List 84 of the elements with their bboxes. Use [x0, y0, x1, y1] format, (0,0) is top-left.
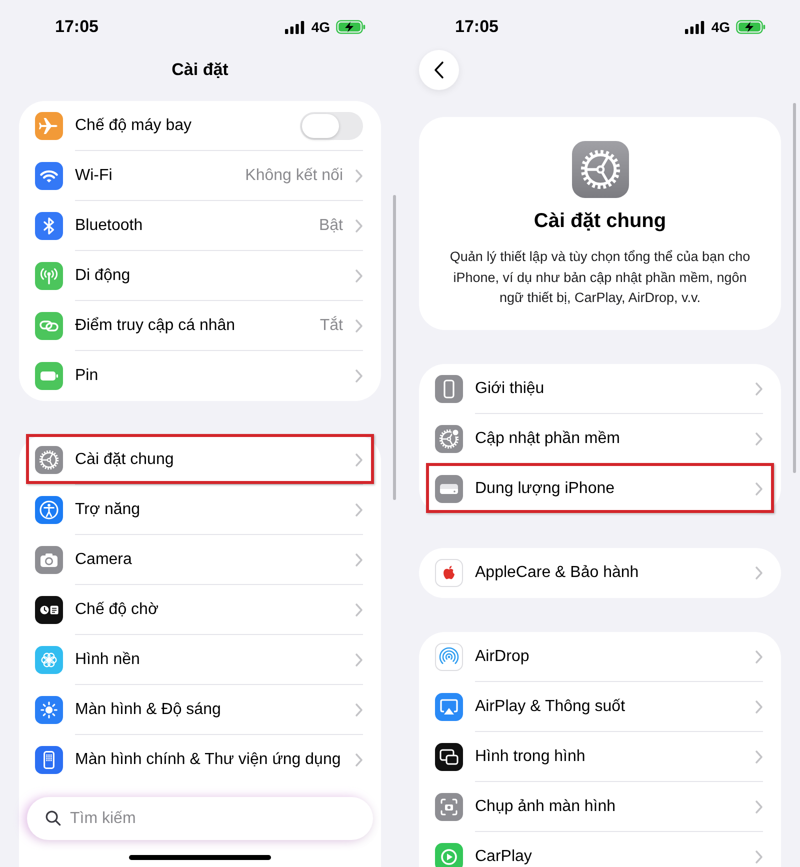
camera-icon [35, 546, 63, 574]
setting-label[interactable]: Cài đặt chung [75, 448, 174, 472]
setting-value: Tắt [320, 315, 343, 336]
toggle-switch[interactable] [300, 112, 363, 140]
chevron-right-icon [355, 552, 363, 566]
chevron-right-icon [355, 502, 363, 516]
network-type: 4G [311, 18, 330, 36]
chevron-right-icon [755, 800, 763, 814]
setting-label[interactable]: Chụp ảnh màn hình [475, 794, 616, 818]
page-description: Quản lý thiết lập và tùy chọn tổng thể của bạn cho iPhone, ví dụ như bản cập nhật phần mềm, ngôn ngữ thiết bị, CarPlay, AirDrop, v.v. [448, 248, 752, 307]
setting-label[interactable]: AirDrop [475, 644, 530, 668]
setting-label[interactable]: CarPlay [475, 845, 532, 867]
chevron-right-icon [355, 168, 363, 182]
clock-widget-icon [35, 596, 63, 624]
battery-icon [35, 362, 63, 390]
setting-label[interactable]: Dung lượng iPhone [475, 477, 615, 501]
setting-label[interactable]: Camera [75, 548, 132, 572]
setting-label[interactable]: Di động [75, 264, 130, 288]
setting-label[interactable]: Điểm truy cập cá nhân [75, 314, 236, 338]
flower-icon [35, 646, 63, 674]
chevron-right-icon [755, 700, 763, 714]
signal-bars-icon [685, 20, 706, 34]
gear-badge-icon [435, 425, 463, 453]
setting-label[interactable]: Giới thiệu [475, 376, 544, 400]
setting-value: Bật [318, 216, 343, 236]
accessibility-icon [35, 496, 63, 524]
page-title: Cài đặt chung [534, 209, 666, 234]
search-icon [45, 810, 61, 826]
chevron-right-icon [755, 750, 763, 764]
status-time: 17:05 [55, 16, 98, 38]
setting-label[interactable]: Cập nhật phần mềm [475, 426, 620, 450]
gear-icon [35, 446, 63, 474]
apple-icon [435, 559, 463, 587]
battery-charging-icon [736, 20, 766, 34]
camera-frame-icon [435, 793, 463, 821]
signal-rings-icon [435, 643, 463, 671]
setting-label[interactable]: Hình trong hình [475, 744, 586, 768]
chevron-right-icon [355, 602, 363, 616]
chevron-right-icon [355, 318, 363, 332]
screen-cast-icon [435, 693, 463, 721]
chevron-right-icon [755, 482, 763, 496]
overlapping-windows-icon [435, 743, 463, 771]
search-field[interactable]: Tìm kiếm [27, 797, 373, 840]
chevron-right-icon [355, 218, 363, 232]
setting-label[interactable]: Chế độ chờ [75, 598, 158, 622]
phone-icon [435, 375, 463, 403]
chevron-right-icon [355, 702, 363, 716]
sun-icon [35, 696, 63, 724]
setting-label[interactable]: Bluetooth [75, 214, 143, 238]
signal-bars-icon [285, 20, 306, 34]
setting-label[interactable]: Trợ năng [75, 498, 140, 522]
chevron-right-icon [355, 268, 363, 282]
chevron-right-icon [755, 650, 763, 664]
chevron-right-icon [755, 382, 763, 396]
network-type: 4G [711, 18, 730, 36]
setting-label[interactable]: AirPlay & Thông suốt [475, 694, 626, 718]
bluetooth-icon [35, 212, 63, 240]
wifi-icon [35, 162, 63, 190]
chevron-right-icon [755, 566, 763, 580]
airplane-icon [35, 112, 63, 140]
setting-label[interactable]: Pin [75, 364, 98, 388]
chevron-right-icon [355, 369, 363, 383]
antenna-icon [35, 262, 63, 290]
chevron-left-icon [434, 61, 444, 79]
chevron-right-icon [355, 452, 363, 466]
battery-charging-icon [336, 20, 366, 34]
setting-label[interactable]: Hình nền [75, 648, 140, 672]
setting-label[interactable]: AppleCare & Bảo hành [475, 561, 639, 585]
back-button[interactable] [419, 50, 459, 90]
chevron-right-icon [355, 652, 363, 666]
gear-icon [572, 141, 628, 198]
setting-label[interactable]: Wi-Fi [75, 164, 112, 188]
setting-value: Không kết nối [245, 166, 343, 186]
chain-link-icon [35, 312, 63, 340]
drive-icon [435, 475, 463, 503]
status-time: 17:05 [455, 16, 498, 38]
setting-label[interactable]: Chế độ máy bay [75, 114, 192, 138]
chevron-right-icon [755, 432, 763, 446]
chevron-right-icon [355, 753, 363, 767]
nav-title: Cài đặt [172, 59, 228, 82]
phone-grid-icon [35, 746, 63, 774]
chevron-right-icon [755, 850, 763, 864]
setting-label[interactable]: Màn hình chính & Thư viện ứng dụng [75, 748, 341, 772]
setting-label[interactable]: Màn hình & Độ sáng [75, 698, 221, 722]
